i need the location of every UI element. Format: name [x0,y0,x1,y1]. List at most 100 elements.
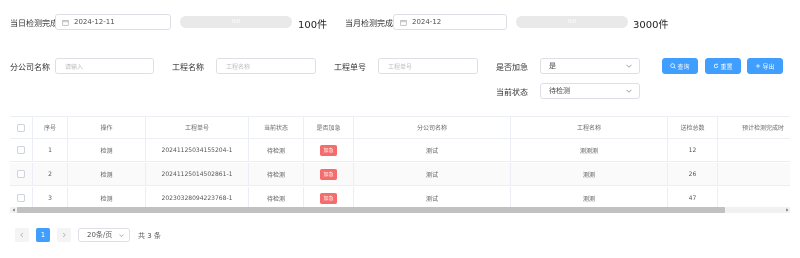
export-label: 导出 [762,63,775,71]
urgent-label: 是否加急 [496,63,528,72]
row-branch: 测试 [354,187,511,209]
row-urgent-cell: 加急 [304,163,354,185]
chevron-down-icon [626,64,632,68]
month-progress-text: 0/0 [567,19,577,25]
today-progress-text: 0/0 [231,19,241,25]
reset-button[interactable]: 重置 [705,58,741,74]
prev-page-button[interactable] [15,228,29,242]
calendar-icon [62,19,69,26]
month-count: 3000件 [633,20,669,31]
project-placeholder: 工程名称 [226,63,251,71]
urgent-select[interactable]: 是 [540,58,640,74]
refresh-icon [714,63,719,69]
reset-label: 重置 [720,63,733,71]
header-cell: 工程名称 [511,117,668,138]
project-input[interactable]: 工程名称 [216,58,316,74]
table-row: 2 检测 20241125014502861-1 待检测 加急 测试 测测 26 [10,163,790,186]
detect-link[interactable]: 检测 [68,163,146,185]
header-cell: 工程单号 [146,117,249,138]
header-cell: 预计检测完成时 [718,117,790,138]
total-count: 共 3 条 [138,232,161,240]
today-progress-bar: 0/0 [180,16,292,28]
row-expected [718,139,790,161]
project-label: 工程名称 [172,63,204,72]
query-label: 查询 [677,63,690,71]
detect-link[interactable]: 检测 [68,139,146,161]
row-checkbox[interactable] [17,170,25,178]
search-icon [670,63,677,69]
row-project: 测测 [511,163,668,185]
row-checkbox[interactable] [17,146,25,154]
month-progress-bar: 0/0 [516,16,628,28]
urgent-tag: 加急 [320,168,337,180]
next-page-button[interactable] [57,228,71,242]
page-number-current[interactable]: 1 [36,228,50,242]
order-input[interactable]: 工程单号 [378,58,478,74]
status-value: 待检测 [549,87,570,95]
header-cell: 是否加急 [304,117,354,138]
order-label: 工程单号 [334,63,366,72]
page-size-select[interactable]: 20条/页 [78,228,130,242]
table-header: 序号 操作 工程单号 当前状态 是否加急 分公司名称 工程名称 送检总数 预计检… [10,117,790,139]
calendar-icon [400,19,407,26]
plus-icon [756,63,761,69]
row-project: 测测 [511,187,668,209]
header-cell: 分公司名称 [354,117,511,138]
detect-link[interactable]: 检测 [68,187,146,209]
query-button[interactable]: 查询 [662,58,698,74]
row-order: 20230328094223768-1 [146,187,249,209]
row-checkbox[interactable] [17,194,25,202]
row-status: 待检测 [249,139,304,161]
row-urgent-cell: 加急 [304,187,354,209]
today-count: 100件 [298,20,328,31]
row-branch: 测试 [354,139,511,161]
branch-label: 分公司名称 [10,63,50,72]
chevron-left-icon [20,232,24,238]
header-select-all [10,117,33,138]
urgent-value: 是 [549,62,556,70]
scrollbar-thumb[interactable] [17,207,725,213]
row-total: 26 [668,163,718,185]
month-label: 当月检测完成 [345,19,393,28]
export-button[interactable]: 导出 [747,58,783,74]
row-order: 20241125034155204-1 [146,139,249,161]
row-index: 1 [33,139,68,161]
status-select[interactable]: 待检测 [540,83,640,99]
chevron-down-icon [626,89,632,93]
today-date-value: 2024-12-11 [74,18,115,26]
branch-input[interactable]: 请输入 [55,58,154,74]
row-expected [718,187,790,209]
row-select [10,163,33,185]
month-date-picker[interactable]: 2024-12 [393,14,507,30]
status-label: 当前状态 [496,88,528,97]
select-all-checkbox[interactable] [17,123,25,132]
chevron-right-icon [62,232,66,238]
header-cell: 送检总数 [668,117,718,138]
row-total: 12 [668,139,718,161]
urgent-tag: 加急 [320,144,337,156]
row-status: 待检测 [249,163,304,185]
horizontal-scrollbar[interactable] [10,207,790,213]
scroll-right-arrow-icon[interactable] [783,207,790,213]
month-date-value: 2024-12 [412,18,442,26]
data-table: 序号 操作 工程单号 当前状态 是否加急 分公司名称 工程名称 送检总数 预计检… [10,116,790,214]
header-cell: 当前状态 [249,117,304,138]
scroll-left-arrow-icon[interactable] [10,207,17,213]
chevron-down-icon [119,234,124,237]
today-date-picker[interactable]: 2024-12-11 [55,14,171,30]
row-index: 2 [33,163,68,185]
row-index: 3 [33,187,68,209]
row-urgent-cell: 加急 [304,139,354,161]
row-branch: 测试 [354,163,511,185]
row-expected [718,163,790,185]
table-row: 1 检测 20241125034155204-1 待检测 加急 测试 测测测 1… [10,139,790,162]
row-select [10,187,33,209]
order-placeholder: 工程单号 [388,63,413,71]
row-total: 47 [668,187,718,209]
today-label: 当日检测完成 [10,19,58,28]
header-cell: 序号 [33,117,68,138]
main-card: 当日检测完成 2024-12-11 0/0 100件 当月检测完成 2024-1… [0,0,800,258]
page-size-value: 20条/页 [87,231,113,239]
header-cell: 操作 [68,117,146,138]
row-project: 测测测 [511,139,668,161]
